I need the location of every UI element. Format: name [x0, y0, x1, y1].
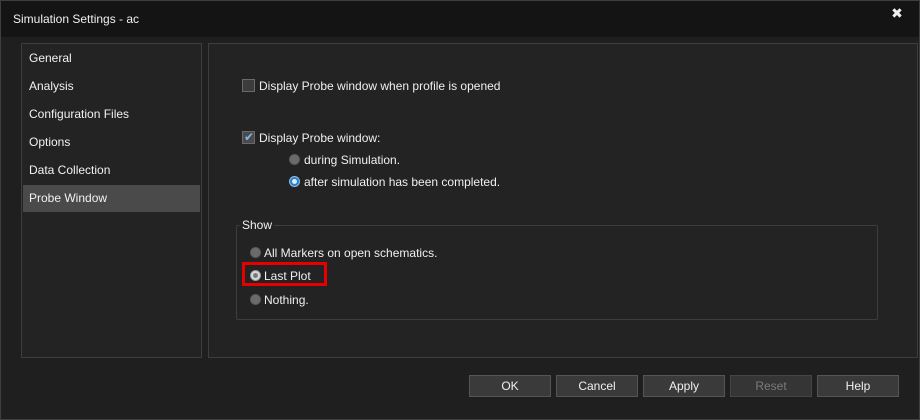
during-simulation-label[interactable]: during Simulation.: [304, 153, 400, 167]
help-button[interactable]: Help: [817, 375, 899, 397]
open-on-profile-label[interactable]: Display Probe window when profile is ope…: [259, 79, 500, 93]
sidebar-item-general[interactable]: General: [23, 45, 200, 72]
after-simulation-label[interactable]: after simulation has been completed.: [304, 175, 500, 189]
sidebar-item-probe-window[interactable]: Probe Window: [23, 185, 200, 212]
nothing-label[interactable]: Nothing.: [264, 293, 309, 307]
sidebar-item-analysis[interactable]: Analysis: [23, 73, 200, 100]
probe-window-settings-panel: Display Probe window when profile is ope…: [208, 43, 918, 358]
all-markers-radio[interactable]: [250, 247, 261, 258]
last-plot-highlight-box: [242, 262, 327, 286]
all-markers-label[interactable]: All Markers on open schematics.: [264, 246, 437, 260]
sidebar-item-configuration-files[interactable]: Configuration Files: [23, 101, 200, 128]
open-on-profile-checkbox[interactable]: [242, 79, 255, 92]
checkmark-icon: ✔: [244, 130, 255, 144]
window-title: Simulation Settings - ac: [13, 12, 140, 26]
nothing-radio[interactable]: [250, 294, 261, 305]
simulation-settings-dialog: Simulation Settings - ac ✖ General Analy…: [0, 0, 920, 420]
show-group: [236, 225, 878, 320]
display-probe-label[interactable]: Display Probe window:: [259, 131, 380, 145]
ok-button[interactable]: OK: [469, 375, 551, 397]
after-simulation-radio[interactable]: [289, 176, 300, 187]
cancel-button[interactable]: Cancel: [556, 375, 638, 397]
during-simulation-radio[interactable]: [289, 154, 300, 165]
display-probe-checkbox[interactable]: ✔: [242, 131, 255, 144]
settings-category-list: General Analysis Configuration Files Opt…: [21, 43, 202, 358]
apply-button[interactable]: Apply: [643, 375, 725, 397]
reset-button[interactable]: Reset: [730, 375, 812, 397]
show-group-title: Show: [240, 218, 275, 232]
sidebar-item-options[interactable]: Options: [23, 129, 200, 156]
close-icon[interactable]: ✖: [889, 5, 905, 21]
sidebar-item-data-collection[interactable]: Data Collection: [23, 157, 200, 184]
title-bar[interactable]: Simulation Settings - ac ✖: [1, 1, 919, 37]
